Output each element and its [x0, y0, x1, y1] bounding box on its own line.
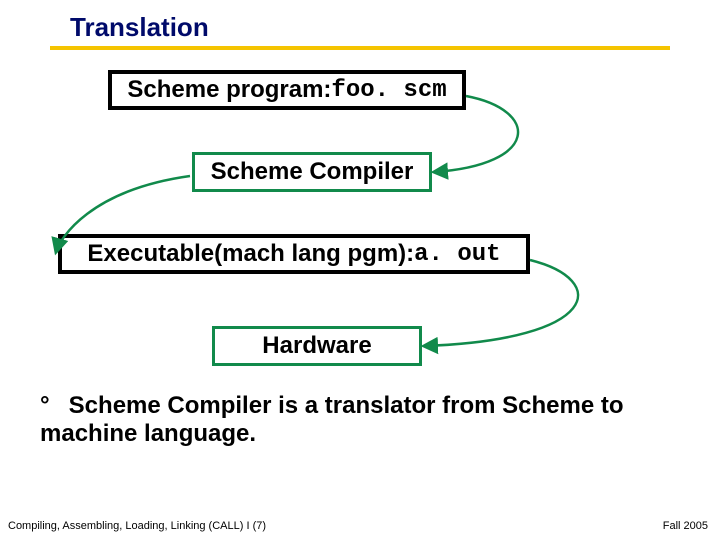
box-compiler-label: Scheme Compiler — [211, 158, 414, 186]
bullet-point: ° Scheme Compiler is a translator from S… — [40, 392, 680, 448]
bullet-marker: ° — [40, 392, 62, 420]
box-executable: Executable(mach lang pgm): a. out — [58, 234, 530, 274]
box-source-filename: foo. scm — [331, 77, 446, 104]
footer-right: Fall 2005 — [663, 520, 708, 532]
box-compiler: Scheme Compiler — [192, 152, 432, 192]
slide-title: Translation — [70, 12, 209, 43]
box-hardware-label: Hardware — [262, 332, 371, 360]
box-executable-label: Executable(mach lang pgm): — [87, 240, 414, 268]
footer-left: Compiling, Assembling, Loading, Linking … — [8, 520, 266, 532]
box-hardware: Hardware — [212, 326, 422, 366]
box-source-program: Scheme program: foo. scm — [108, 70, 466, 110]
box-source-label: Scheme program: — [127, 76, 331, 104]
bullet-text: Scheme Compiler is a translator from Sch… — [40, 392, 624, 447]
title-underline — [50, 46, 670, 50]
box-executable-filename: a. out — [414, 241, 500, 268]
